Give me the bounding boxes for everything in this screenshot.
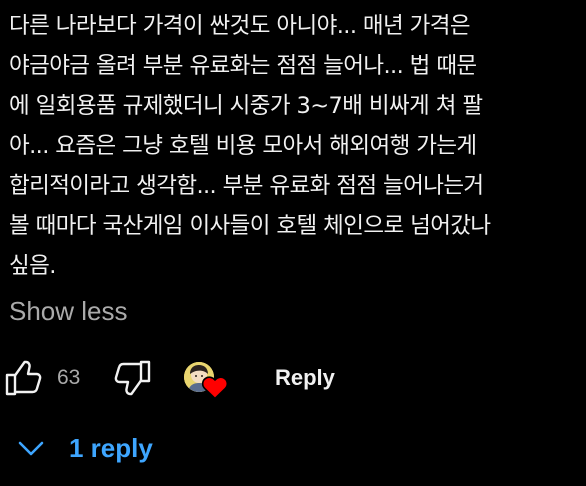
view-replies-toggle[interactable]: 1 reply bbox=[0, 426, 220, 470]
comment-text: 다른 나라보다 가격이 싼것도 아니야... 매년 가격은 야금야금 올려 부분… bbox=[9, 6, 581, 286]
reply-button[interactable]: Reply bbox=[275, 362, 335, 394]
like-button[interactable] bbox=[4, 358, 44, 398]
creator-heart-badge bbox=[181, 360, 231, 402]
comment-line: 야금야금 올려 부분 유료화는 점점 늘어나... 법 때문 bbox=[9, 53, 477, 79]
thumb-down-outline-icon bbox=[114, 360, 151, 396]
show-less-button[interactable]: Show less bbox=[9, 293, 128, 329]
comment-line: 에 일회용품 규제했더니 시중가 3~7배 비싸게 쳐 팔 bbox=[9, 93, 483, 119]
comment-line: 합리적이라고 생각함... 부분 유료화 점점 늘어나는거 bbox=[9, 173, 484, 199]
chevron-down-icon bbox=[18, 441, 44, 456]
dislike-button[interactable] bbox=[112, 358, 152, 398]
replies-count-label: 1 reply bbox=[69, 433, 153, 463]
like-count: 63 bbox=[57, 366, 81, 389]
comment-line: 다른 나라보다 가격이 싼것도 아니야... 매년 가격은 bbox=[9, 13, 471, 39]
comment-action-bar: 63 Reply bbox=[0, 356, 586, 402]
thumb-up-outline-icon bbox=[5, 360, 42, 396]
heart-icon bbox=[201, 376, 229, 400]
comment-line: 싶음. bbox=[9, 253, 56, 279]
comment-line: 아... 요즘은 그냥 호텔 비용 모아서 해외여행 가는게 bbox=[9, 133, 477, 159]
comment-line: 볼 때마다 국산게임 이사들이 호텔 체인으로 넘어갔나 bbox=[9, 213, 491, 239]
